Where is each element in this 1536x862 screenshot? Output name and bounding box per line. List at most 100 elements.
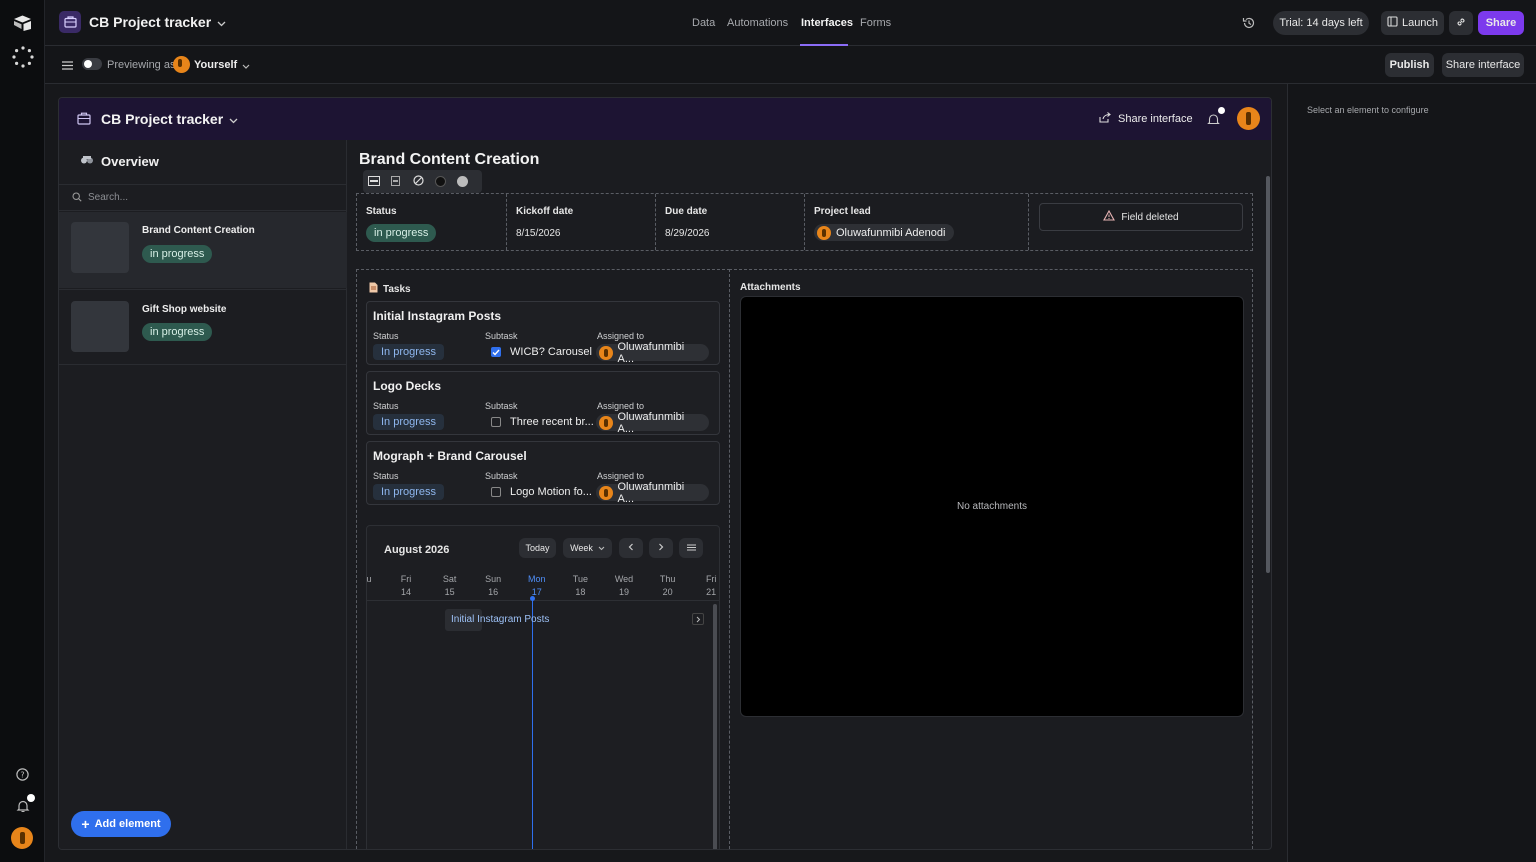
view-select[interactable]: Week bbox=[563, 538, 612, 558]
publish-label: Publish bbox=[1389, 59, 1430, 71]
interface-share-button[interactable]: Share interface bbox=[1099, 112, 1193, 126]
day-number: 21 bbox=[706, 587, 717, 597]
hide-icon[interactable] bbox=[413, 174, 424, 189]
user-avatar[interactable] bbox=[11, 827, 33, 849]
project-lead-chip: Oluwafunmibi Adenodi bbox=[814, 224, 955, 241]
history-icon[interactable] bbox=[1242, 16, 1256, 33]
trial-badge[interactable]: Trial: 14 days left bbox=[1273, 11, 1369, 35]
layout-full-icon[interactable] bbox=[368, 175, 380, 189]
task-card[interactable]: Initial Instagram Posts Status Subtask A… bbox=[366, 301, 720, 365]
chevron-down-icon bbox=[242, 58, 250, 72]
list-icon bbox=[686, 542, 696, 554]
chevron-down-icon bbox=[598, 543, 605, 553]
share-button[interactable]: Share bbox=[1478, 11, 1524, 35]
task-status-badge: In progress bbox=[373, 484, 445, 500]
status-badge: in progress bbox=[142, 323, 213, 341]
task-name: Mograph + Brand Carousel bbox=[373, 449, 527, 463]
day-name: Fri bbox=[705, 574, 717, 584]
tab-automations[interactable]: Automations bbox=[727, 17, 788, 29]
base-icon[interactable] bbox=[59, 11, 81, 33]
calendar-menu-button[interactable] bbox=[679, 538, 703, 558]
day-name: Mon bbox=[528, 574, 546, 584]
help-icon[interactable]: ? bbox=[16, 768, 29, 784]
preview-toggle[interactable] bbox=[82, 58, 102, 70]
subtask-checkbox[interactable] bbox=[491, 487, 501, 497]
prev-week-button[interactable] bbox=[619, 538, 643, 558]
field-deleted-text: Field deleted bbox=[1121, 211, 1179, 223]
overview-icon bbox=[80, 154, 94, 169]
calendar-event[interactable]: Initial Instagram Posts bbox=[451, 614, 549, 625]
project-lead-label: Project lead bbox=[814, 206, 871, 217]
day-header-partial: u bbox=[366, 574, 372, 584]
user-avatar[interactable] bbox=[1237, 107, 1260, 130]
color-light-swatch-icon[interactable] bbox=[457, 176, 468, 187]
today-button[interactable]: Today bbox=[519, 538, 556, 558]
list-item[interactable]: Gift Shop website in progress bbox=[59, 289, 347, 365]
day-header: Tue 18 bbox=[565, 573, 595, 599]
day-header: Fri 21 bbox=[696, 573, 719, 599]
kickoff-field-label: Kickoff date bbox=[516, 206, 574, 217]
event-more-button[interactable] bbox=[692, 613, 704, 625]
tasks-element[interactable]: Tasks Initial Instagram Posts Status Sub… bbox=[356, 269, 730, 849]
avatar bbox=[599, 415, 613, 430]
task-card[interactable]: Mograph + Brand Carousel Status Subtask … bbox=[366, 441, 720, 505]
list-item[interactable]: Brand Content Creation in progress bbox=[59, 212, 347, 288]
attachments-dropzone[interactable]: No attachments bbox=[740, 296, 1244, 717]
due-field-label: Due date bbox=[665, 206, 708, 217]
avatar bbox=[599, 485, 613, 500]
preview-user-select[interactable]: Yourself bbox=[173, 56, 250, 73]
page-scrollbar[interactable] bbox=[1266, 176, 1270, 573]
day-name: Sun bbox=[485, 574, 502, 584]
day-number: 15 bbox=[444, 587, 455, 597]
assignee-name: Oluwafunmibi A... bbox=[617, 410, 685, 435]
previewing-label: Previewing as bbox=[107, 59, 176, 71]
interface-title[interactable]: CB Project tracker bbox=[101, 111, 238, 127]
share-interface-button[interactable]: Share interface bbox=[1442, 53, 1524, 77]
bell-icon[interactable] bbox=[1207, 107, 1225, 129]
day-number: 16 bbox=[488, 587, 499, 597]
task-status-label: Status bbox=[373, 401, 399, 411]
search-input[interactable]: Search... bbox=[88, 192, 128, 203]
color-dark-swatch-icon[interactable] bbox=[435, 176, 446, 187]
day-number: 20 bbox=[662, 587, 673, 597]
launch-button[interactable]: Launch bbox=[1381, 11, 1444, 35]
field-deleted-notice: Field deleted bbox=[1039, 203, 1243, 231]
left-rail: ? bbox=[0, 0, 45, 862]
base-title[interactable]: CB Project tracker bbox=[89, 14, 226, 30]
subtask-checkbox[interactable] bbox=[491, 417, 501, 427]
launch-icon bbox=[1387, 16, 1398, 30]
subtask-name: Three recent br... bbox=[510, 416, 594, 428]
attachments-element[interactable]: Attachments No attachments bbox=[729, 269, 1253, 849]
tab-forms[interactable]: Forms bbox=[860, 17, 891, 29]
chevron-down-icon bbox=[229, 111, 238, 127]
tasks-header: Tasks bbox=[369, 282, 411, 296]
copy-link-button[interactable] bbox=[1449, 11, 1473, 35]
calendar-scrollbar[interactable] bbox=[713, 604, 717, 849]
menu-icon[interactable] bbox=[62, 59, 73, 73]
subtask-checkbox[interactable] bbox=[491, 347, 501, 357]
layout-compact-icon[interactable] bbox=[391, 175, 400, 189]
notifications-bell-icon[interactable] bbox=[16, 794, 35, 816]
interface-title-text: CB Project tracker bbox=[101, 111, 224, 127]
assignee-chip: Oluwafunmibi A... bbox=[596, 411, 709, 435]
record-list-sidebar: Overview Search... Brand Content Creatio… bbox=[59, 140, 347, 849]
overview-title: Overview bbox=[101, 154, 159, 169]
add-element-button[interactable]: + Add element bbox=[71, 811, 171, 837]
today-label: Today bbox=[525, 543, 550, 553]
task-card[interactable]: Logo Decks Status Subtask Assigned to In… bbox=[366, 371, 720, 435]
publish-button[interactable]: Publish bbox=[1385, 53, 1434, 77]
add-element-label: Add element bbox=[94, 818, 161, 830]
plus-icon: + bbox=[81, 816, 90, 832]
next-week-button[interactable] bbox=[649, 538, 673, 558]
chevron-down-icon bbox=[217, 14, 226, 30]
task-name: Logo Decks bbox=[373, 379, 442, 393]
airtable-logo-icon[interactable] bbox=[13, 15, 32, 34]
day-header: Sat 15 bbox=[435, 573, 465, 599]
field-row[interactable]: Status in progress Kickoff date 8/15/202… bbox=[356, 193, 1253, 251]
status-badge: in progress bbox=[366, 224, 437, 242]
loading-spinner-icon bbox=[12, 46, 34, 71]
search-box[interactable]: Search... bbox=[59, 184, 347, 211]
tab-interfaces[interactable]: Interfaces bbox=[801, 17, 853, 29]
preview-bar: Previewing as Yourself Publish Share int… bbox=[45, 46, 1536, 84]
tab-data[interactable]: Data bbox=[692, 17, 715, 29]
